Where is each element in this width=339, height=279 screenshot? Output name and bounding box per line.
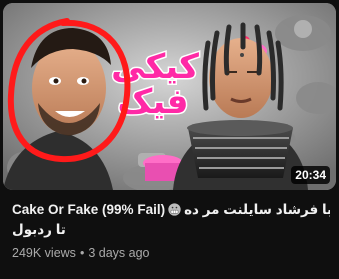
title-persian-part-2: تا ردبول — [12, 222, 66, 237]
thumbnail-image: کیکی فیک — [3, 3, 336, 190]
upload-age: 3 days ago — [88, 246, 150, 260]
video-metadata: 249K views • 3 days ago — [12, 246, 150, 260]
meta-separator: • — [79, 246, 85, 260]
video-thumbnail[interactable]: کیکی فیک 20:34 — [3, 3, 336, 190]
cake-slice — [187, 120, 293, 178]
title-english: Cake Or Fake (99% Fail) — [12, 202, 166, 217]
title-persian-part-1: با فرشاد سایلنت مر ده — [184, 202, 330, 217]
video-title[interactable]: Cake Or Fake (99% Fail) با فرشاد سایلنت م… — [12, 200, 330, 240]
duration-badge: 20:34 — [291, 166, 330, 184]
grimacing-emoji-icon — [168, 203, 181, 216]
title-line-2: تا ردبول — [12, 220, 330, 240]
title-line-1: Cake Or Fake (99% Fail) با فرشاد سایلنت م… — [12, 200, 330, 220]
view-count: 249K views — [12, 246, 76, 260]
video-card[interactable]: کیکی فیک 20:34 Cake Or Fake (99% Fail) ب… — [0, 0, 339, 279]
